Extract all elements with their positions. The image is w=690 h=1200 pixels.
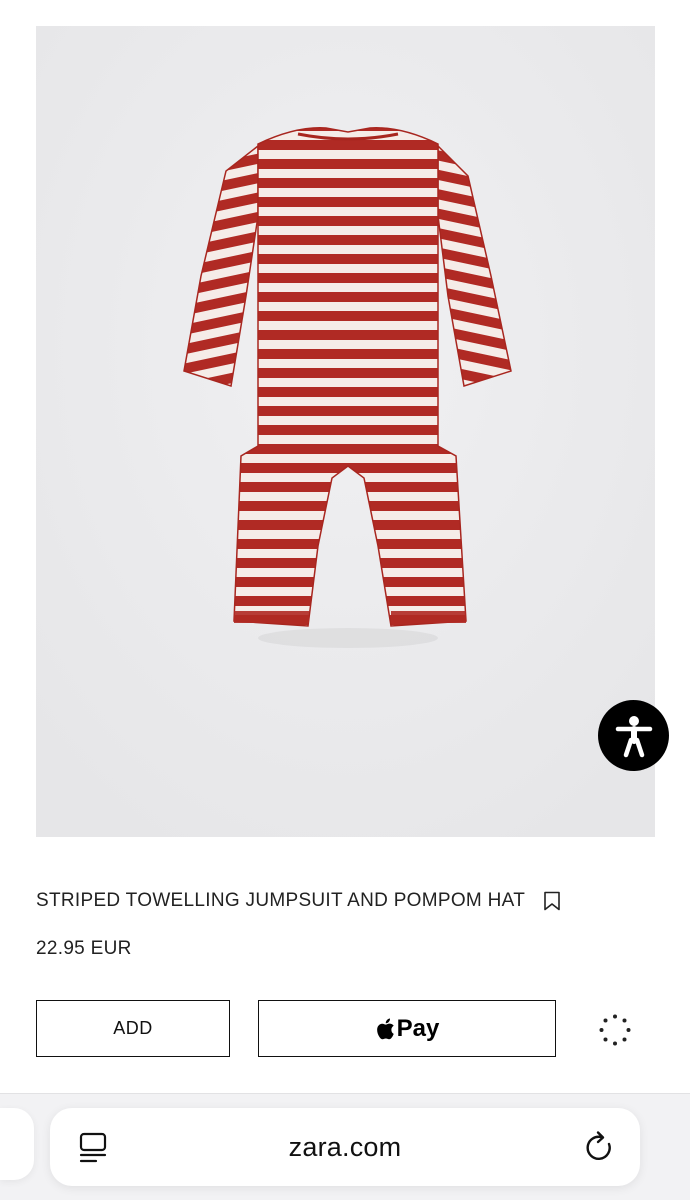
tab-overview-icon[interactable] [78,1132,108,1164]
url-text: zara.com [288,1131,402,1162]
loading-spinner-icon [599,1014,631,1046]
apple-logo-icon [376,1018,394,1039]
product-price: 22.95 EUR [36,938,132,959]
bookmark-icon[interactable] [543,891,561,911]
address-bar[interactable]: zara.com [50,1108,640,1186]
previous-tab-preview[interactable] [0,1108,34,1180]
add-button-label: ADD [113,1018,153,1038]
apple-pay-label: Pay [396,1014,440,1042]
reload-icon[interactable] [584,1130,616,1164]
product-title: STRIPED TOWELLING JUMPSUIT AND POMPOM HA… [36,890,526,911]
product-title-row: STRIPED TOWELLING JUMPSUIT AND POMPOM HA… [36,890,656,912]
add-to-cart-button[interactable]: ADD [36,1000,230,1057]
browser-toolbar: zara.com [0,1093,690,1200]
accessibility-icon [615,715,652,757]
apple-pay-button[interactable]: Pay [258,1000,556,1057]
striped-jumpsuit-photo [36,26,655,837]
product-image[interactable] [36,26,655,837]
accessibility-button[interactable] [598,700,669,771]
